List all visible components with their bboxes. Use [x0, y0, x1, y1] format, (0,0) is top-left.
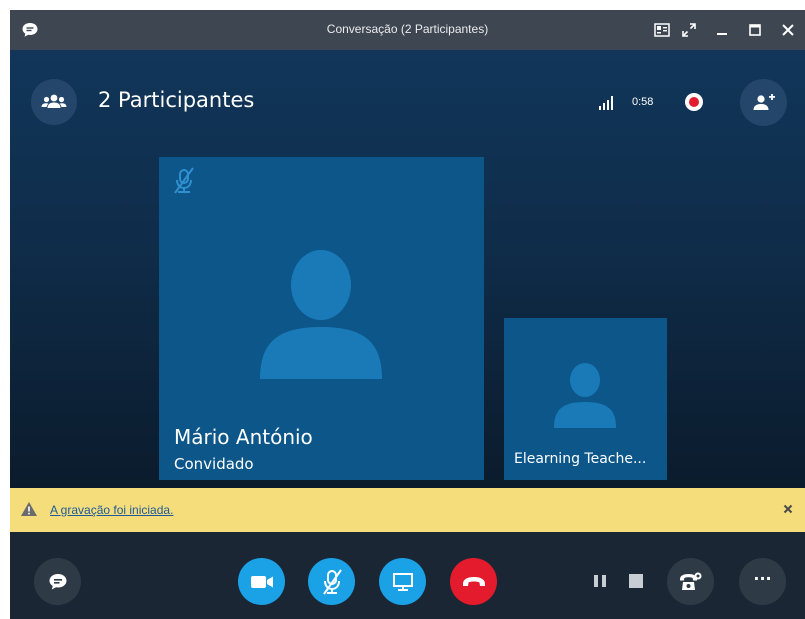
maximize-icon[interactable] — [745, 20, 765, 40]
video-camera-icon — [250, 575, 273, 588]
call-controls-button[interactable] — [667, 558, 714, 605]
participants-button[interactable] — [31, 79, 77, 125]
participant-tile-main[interactable]: Mário António Convidado — [159, 157, 484, 480]
more-icon: ··· — [753, 568, 772, 588]
call-stage: 2 Participantes 0:58 Mário António Convi… — [10, 50, 805, 490]
title-bar: Conversação (2 Participantes) — [10, 10, 805, 50]
mute-button[interactable] — [308, 558, 355, 605]
pause-icon[interactable] — [593, 574, 607, 588]
participants-count-title: 2 Participantes — [98, 88, 255, 112]
close-icon[interactable] — [780, 501, 796, 517]
more-options-button[interactable]: ··· — [739, 558, 786, 605]
present-button[interactable] — [379, 558, 426, 605]
present-screen-icon — [392, 572, 413, 591]
compact-view-icon[interactable] — [652, 20, 672, 40]
conversation-window: Conversação (2 Participantes) 2 Particip… — [10, 10, 805, 619]
chat-bubble-icon — [49, 573, 66, 589]
participant-name: Elearning Teache... — [514, 451, 647, 467]
chat-button[interactable] — [34, 558, 81, 605]
fullscreen-icon[interactable] — [679, 20, 699, 40]
record-icon[interactable] — [685, 93, 703, 111]
participants-icon — [41, 94, 67, 108]
recording-notification: A gravação foi iniciada. — [10, 488, 805, 532]
call-timer: 0:58 — [632, 96, 654, 108]
minimize-icon[interactable] — [712, 20, 732, 40]
add-person-icon — [753, 93, 775, 110]
participant-role: Convidado — [174, 455, 254, 473]
video-button[interactable] — [238, 558, 285, 605]
signal-icon — [599, 96, 613, 110]
person-avatar-icon — [260, 250, 382, 379]
stop-icon[interactable] — [629, 574, 643, 588]
recording-started-link[interactable]: A gravação foi iniciada. — [50, 503, 173, 517]
warning-icon — [21, 502, 37, 516]
hang-up-button[interactable] — [450, 558, 497, 605]
person-avatar-icon — [554, 363, 616, 428]
muted-mic-icon — [174, 167, 194, 194]
mic-off-icon — [322, 568, 342, 595]
participant-tile-self[interactable]: Elearning Teache... — [504, 318, 667, 480]
call-toolbar: ··· — [10, 532, 805, 619]
close-icon[interactable] — [778, 20, 798, 40]
call-controls-icon — [679, 572, 701, 590]
add-person-button[interactable] — [740, 79, 787, 126]
hang-up-icon — [462, 576, 485, 586]
participant-name: Mário António — [174, 425, 313, 449]
